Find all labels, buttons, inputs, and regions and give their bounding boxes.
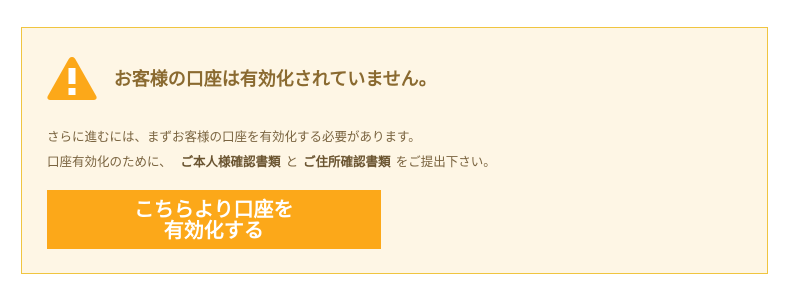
conjunction-text: と <box>285 154 299 169</box>
activate-button-label-line-2: 有効化する <box>164 217 264 242</box>
alert-title: お客様の口座は有効化されていません。 <box>114 69 437 90</box>
alert-message-line-2: 口座有効化のために、 ご本人様確認書類とご住所確認書類 をご提出下さい。 <box>47 149 496 174</box>
warning-triangle-icon <box>47 57 97 100</box>
activate-account-button[interactable]: こちらより口座を 有効化する <box>47 190 381 249</box>
alert-header: お客様の口座は有効化されていません。 <box>46 52 437 104</box>
id-document-label: ご本人様確認書類 <box>180 154 281 169</box>
alert-message: さらに進むには、まずお客様の口座を有効化する必要があります。 口座有効化のために… <box>47 124 496 174</box>
account-activation-alert: お客様の口座は有効化されていません。 さらに進むには、まずお客様の口座を有効化す… <box>21 27 768 274</box>
line-2-prefix: 口座有効化のために、 <box>47 154 172 169</box>
alert-message-line-1: さらに進むには、まずお客様の口座を有効化する必要があります。 <box>47 129 421 144</box>
address-document-label: ご住所確認書類 <box>303 154 391 169</box>
line-2-suffix: をご提出下さい。 <box>395 154 496 169</box>
activate-button-label-line-1: こちらより口座を <box>134 196 294 221</box>
